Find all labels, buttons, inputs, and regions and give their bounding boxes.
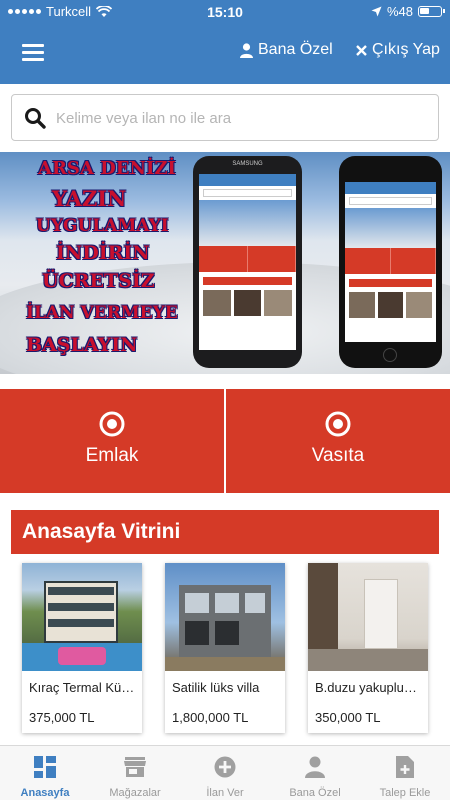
listing-price: 1,800,000 TL [172, 710, 249, 725]
listing-card[interactable]: Kıraç Termal Kür ... 375,000 TL [22, 563, 142, 733]
banner-line: İLAN VERMEYE [26, 303, 178, 323]
tab-label: Anasayfa [20, 787, 70, 799]
listing-card[interactable]: Satilik lüks villa 1,800,000 TL [165, 563, 285, 733]
profile-label: Bana Özel [258, 41, 333, 58]
person-icon [305, 756, 325, 778]
listing-price: 375,000 TL [29, 710, 95, 725]
listing-photo [308, 563, 428, 671]
listing-photo [22, 563, 142, 671]
menu-icon [22, 44, 44, 47]
banner-line: ÜCRETSİZ [42, 270, 155, 292]
listing-title: Satilik lüks villa [172, 680, 260, 695]
category-vasita-button[interactable]: Vasıta [226, 389, 450, 493]
phone-brand: SAMSUNG [232, 161, 263, 167]
status-bar: Turkcell 15:10 %48 [0, 0, 450, 24]
target-icon [99, 411, 125, 437]
tab-label: Bana Özel [289, 787, 341, 799]
search-input[interactable] [56, 103, 426, 133]
search-icon [25, 108, 46, 129]
bottom-tab-bar: Anasayfa Mağazalar İlan Ver Bana Özel Ta… [0, 745, 450, 800]
app-header: Bana Özel Çıkış Yap [0, 24, 450, 84]
tab-ilan-ver[interactable]: İlan Ver [180, 746, 270, 800]
category-label: Vasıta [311, 445, 365, 466]
location-arrow-icon [371, 6, 382, 17]
user-icon [240, 42, 253, 58]
banner-line: İNDİRİN [56, 242, 150, 264]
vitrin-title: Anasayfa Vitrini [11, 510, 439, 554]
logout-button[interactable]: Çıkış Yap [356, 41, 440, 59]
tab-bana-ozel[interactable]: Bana Özel [270, 746, 360, 800]
listing-price: 350,000 TL [315, 710, 381, 725]
profile-button[interactable]: Bana Özel [240, 41, 333, 59]
category-label: Emlak [85, 445, 139, 466]
logout-label: Çıkış Yap [372, 41, 440, 58]
tab-label: İlan Ver [206, 787, 244, 799]
banner-line: UYGULAMAYI [36, 216, 169, 236]
tab-anasayfa[interactable]: Anasayfa [0, 746, 90, 800]
tab-label: Talep Ekle [379, 787, 431, 799]
tab-magazalar[interactable]: Mağazalar [90, 746, 180, 800]
phone-mockup-iphone [339, 156, 442, 368]
store-icon [124, 757, 146, 777]
tab-talep-ekle[interactable]: Talep Ekle [360, 746, 450, 800]
battery-percent: %48 [386, 4, 413, 19]
battery-icon [418, 6, 445, 17]
add-circle-icon [214, 756, 236, 778]
top-bar: Turkcell 15:10 %48 Bana Özel Çıkış Yap [0, 0, 450, 84]
listing-title: B.duzu yakupludu... [315, 680, 423, 695]
category-emlak-button[interactable]: Emlak [0, 389, 224, 493]
listing-card[interactable]: B.duzu yakupludu... 350,000 TL [308, 563, 428, 733]
target-icon [325, 411, 351, 437]
phone-mockup-samsung: SAMSUNG [193, 156, 302, 368]
promo-banner[interactable]: ARSA DENİZİ YAZIN UYGULAMAYI İNDİRİN ÜCR… [0, 152, 450, 374]
listing-photo [165, 563, 285, 671]
listing-title: Kıraç Termal Kür ... [29, 680, 137, 695]
banner-text: ARSA DENİZİ YAZIN UYGULAMAYI İNDİRİN ÜCR… [0, 156, 200, 370]
dashboard-icon [34, 756, 56, 778]
close-icon [356, 44, 367, 56]
menu-button[interactable] [22, 44, 44, 61]
search-bar [11, 94, 439, 141]
banner-line: YAZIN [52, 186, 127, 211]
banner-line: ARSA DENİZİ [38, 158, 176, 179]
file-add-icon [396, 756, 414, 778]
banner-line: BAŞLAYIN [26, 334, 138, 356]
tab-label: Mağazalar [109, 787, 161, 799]
